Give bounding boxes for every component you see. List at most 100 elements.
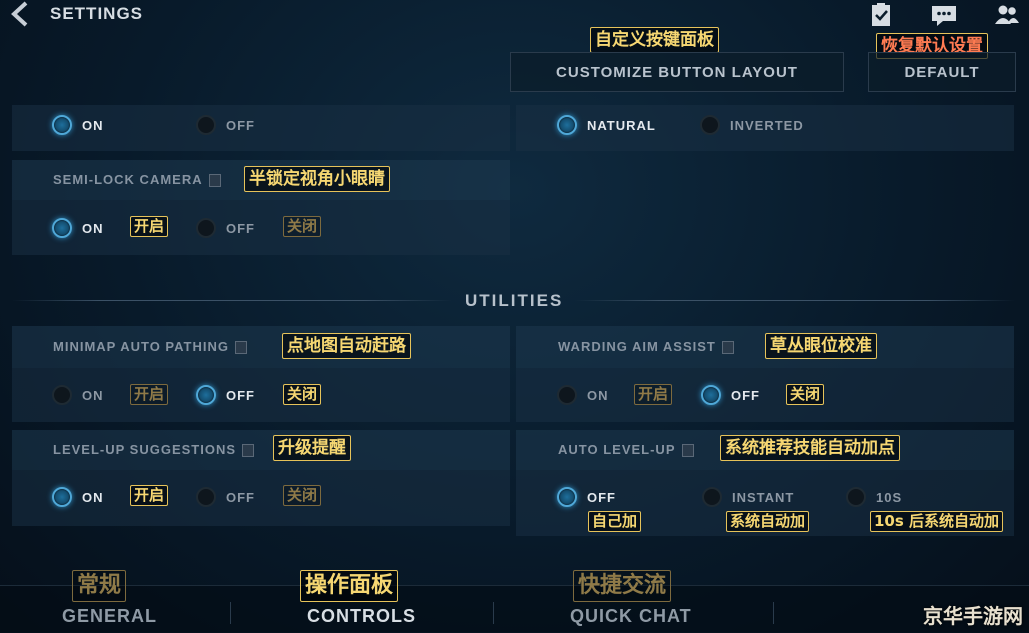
friends-icon[interactable] [994, 2, 1020, 28]
radio-selected-icon [196, 385, 216, 405]
level-up-suggestions-off-note: 关闭 [283, 485, 322, 506]
back-button[interactable] [8, 0, 48, 28]
auto-level-up-off-radio[interactable]: OFF [557, 487, 616, 507]
warding-aim-assist-text: WARDING AIM ASSIST [558, 339, 716, 354]
default-button[interactable]: DEFAULT [868, 52, 1016, 92]
semi-lock-on-label: ON [82, 220, 104, 236]
minimap-auto-pathing-text: MINIMAP AUTO PATHING [53, 339, 229, 354]
semi-lock-camera-label: SEMI-LOCK CAMERA [53, 172, 221, 188]
radio-selected-icon [52, 218, 72, 238]
tab-general[interactable]: GENERAL [62, 606, 157, 627]
level-up-suggestions-label: LEVEL-UP SUGGESTIONS [53, 442, 255, 458]
tab-controls[interactable]: CONTROLS [307, 606, 416, 627]
minimap-on-note: 开启 [130, 384, 169, 405]
customize-note: 自定义按键面板 [590, 27, 719, 53]
warding-on-label: ON [587, 387, 609, 403]
semi-lock-note: 半锁定视角小眼睛 [244, 166, 390, 192]
info-icon[interactable] [235, 341, 247, 355]
info-icon[interactable] [681, 444, 694, 458]
radio-unselected-icon [52, 385, 72, 405]
warding-off-radio[interactable]: OFF [701, 385, 760, 405]
page-title: SETTINGS [50, 4, 144, 23]
quick-chat-tab-note: 快捷交流 [573, 570, 672, 602]
minimap-off-radio[interactable]: OFF [196, 385, 255, 405]
top-left-on-label: ON [82, 117, 104, 133]
section-divider-left [12, 300, 452, 301]
minimap-note: 点地图自动赶路 [282, 333, 411, 359]
auto-level-up-off-note: 自己加 [588, 511, 642, 532]
auto-level-up-10s-radio[interactable]: 10S [846, 487, 902, 507]
warding-aim-assist-label: WARDING AIM ASSIST [558, 339, 734, 355]
auto-level-up-off-label: OFF [587, 489, 616, 505]
warding-on-note: 开启 [634, 384, 673, 405]
auto-level-up-instant-label: INSTANT [732, 489, 795, 505]
info-icon[interactable] [208, 174, 221, 188]
general-tab-note: 常规 [72, 570, 127, 602]
semi-lock-off-radio[interactable]: OFF [196, 218, 255, 238]
natural-label: NATURAL [587, 117, 656, 133]
auto-level-up-label: AUTO LEVEL-UP [558, 442, 694, 458]
radio-unselected-icon [196, 115, 216, 135]
radio-unselected-icon [700, 115, 720, 135]
chat-icon[interactable] [931, 2, 957, 28]
controls-tab-note: 操作面板 [300, 570, 399, 602]
radio-selected-icon [52, 487, 72, 507]
top-left-off-label: OFF [226, 117, 255, 133]
natural-radio[interactable]: NATURAL [557, 115, 656, 135]
level-up-suggestions-on-radio[interactable]: ON [52, 487, 104, 507]
minimap-on-radio[interactable]: ON [52, 385, 104, 405]
semi-lock-off-note: 关闭 [283, 216, 322, 237]
checklist-icon[interactable] [868, 2, 894, 28]
warding-off-label: OFF [731, 387, 760, 403]
semi-lock-off-label: OFF [226, 220, 255, 236]
warding-note: 草丛眼位校准 [765, 333, 877, 359]
minimap-on-label: ON [82, 387, 104, 403]
radio-unselected-icon [557, 385, 577, 405]
utilities-title: UTILITIES [465, 291, 564, 310]
minimap-off-label: OFF [226, 387, 255, 403]
info-icon[interactable] [721, 341, 734, 355]
minimap-auto-pathing-label: MINIMAP AUTO PATHING [53, 339, 247, 355]
level-up-suggestions-note: 升级提醒 [273, 435, 351, 461]
default-button-label: DEFAULT [904, 63, 980, 81]
level-up-suggestions-off-radio[interactable]: OFF [196, 487, 255, 507]
tab-divider [493, 602, 494, 624]
radio-unselected-icon [196, 487, 216, 507]
top-left-on-radio[interactable]: ON [52, 115, 104, 135]
level-up-suggestions-on-label: ON [82, 489, 104, 505]
customize-button-layout-button[interactable]: CUSTOMIZE BUTTON LAYOUT [510, 52, 844, 92]
tab-divider [773, 602, 774, 624]
warding-off-note: 关闭 [786, 384, 825, 405]
inverted-radio[interactable]: INVERTED [700, 115, 804, 135]
tab-divider [230, 602, 231, 624]
inverted-label: INVERTED [730, 117, 804, 133]
radio-unselected-icon [702, 487, 722, 507]
semi-lock-on-radio[interactable]: ON [52, 218, 104, 238]
radio-unselected-icon [846, 487, 866, 507]
auto-level-up-text: AUTO LEVEL-UP [558, 442, 676, 457]
auto-level-up-instant-note: 系统自动加 [726, 511, 810, 532]
auto-level-up-note: 系统推荐技能自动加点 [720, 435, 900, 461]
auto-level-up-10s-note: 10s 后系统自动加 [870, 511, 1004, 532]
radio-unselected-icon [196, 218, 216, 238]
auto-level-up-10s-label: 10S [876, 489, 903, 505]
customize-button-label: CUSTOMIZE BUTTON LAYOUT [556, 63, 798, 81]
radio-selected-icon [557, 487, 577, 507]
semi-lock-on-note: 开启 [130, 216, 169, 237]
warding-on-radio[interactable]: ON [557, 385, 609, 405]
radio-selected-icon [52, 115, 72, 135]
info-icon[interactable] [242, 444, 255, 458]
semi-lock-camera-text: SEMI-LOCK CAMERA [53, 172, 203, 187]
radio-selected-icon [701, 385, 721, 405]
radio-selected-icon [557, 115, 577, 135]
level-up-suggestions-text: LEVEL-UP SUGGESTIONS [53, 442, 237, 457]
back-chevron-icon [11, 1, 28, 27]
section-divider-right [575, 300, 1015, 301]
minimap-off-note: 关闭 [283, 384, 322, 405]
level-up-suggestions-on-note: 开启 [130, 485, 169, 506]
tab-quick-chat[interactable]: QUICK CHAT [570, 606, 692, 627]
top-left-off-radio[interactable]: OFF [196, 115, 255, 135]
watermark-text: 京华手游网 [923, 604, 1023, 628]
auto-level-up-instant-radio[interactable]: INSTANT [702, 487, 794, 507]
level-up-suggestions-off-label: OFF [226, 489, 255, 505]
